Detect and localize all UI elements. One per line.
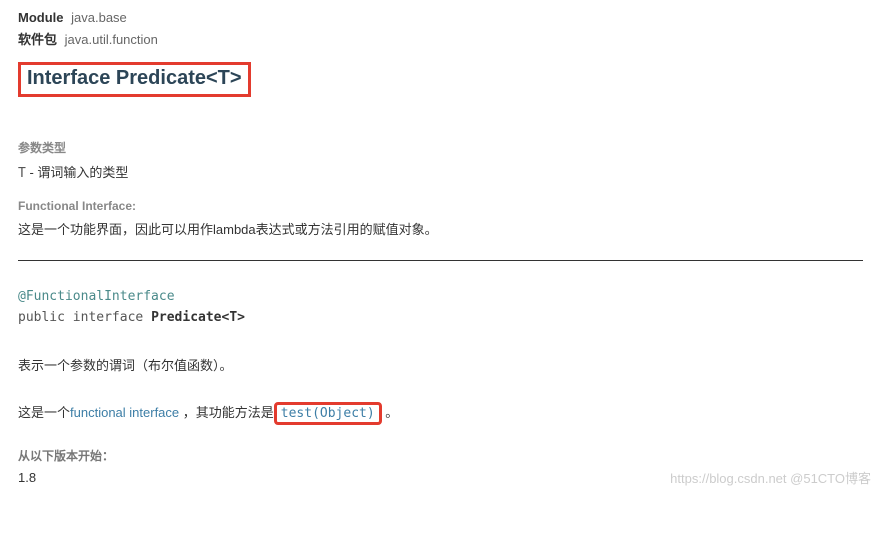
- type-params-label: 参数类型: [18, 139, 863, 156]
- module-line: Module java.base: [18, 10, 863, 25]
- signature-name: Predicate<T>: [151, 310, 245, 325]
- package-label: 软件包: [18, 32, 57, 47]
- title-highlight-box: Interface Predicate<T>: [18, 62, 251, 97]
- page-title: Interface Predicate<T>: [27, 67, 242, 90]
- module-label: Module: [18, 10, 64, 25]
- method-highlight-box: test(Object): [274, 402, 382, 425]
- module-link[interactable]: java.base: [71, 10, 127, 25]
- test-method-link[interactable]: test(Object): [281, 406, 375, 421]
- package-line: 软件包 java.util.function: [18, 29, 863, 48]
- package-link[interactable]: java.util.function: [65, 32, 158, 47]
- signature-block: @FunctionalInterface public interface Pr…: [18, 287, 863, 329]
- signature-prefix: public interface: [18, 310, 151, 325]
- description-1: 表示一个参数的谓词（布尔值函数）。: [18, 355, 863, 374]
- type-param-line: T - 谓词输入的类型: [18, 162, 863, 181]
- functional-interface-label: Functional Interface:: [18, 199, 863, 213]
- type-param-name: T: [18, 166, 26, 181]
- description-2: 这是一个functional interface ，其功能方法是 test(Obj…: [18, 402, 863, 421]
- functional-interface-link[interactable]: functional interface: [70, 405, 179, 420]
- signature-line: public interface Predicate<T>: [18, 308, 863, 329]
- type-param-desc: - 谓词输入的类型: [26, 165, 129, 180]
- watermark: https://blog.csdn.net @51CTO博客: [670, 468, 871, 487]
- annotation-link[interactable]: @FunctionalInterface: [18, 287, 863, 308]
- since-label: 从以下版本开始：: [18, 447, 863, 464]
- functional-interface-desc: 这是一个功能界面，因此可以用作lambda表达式或方法引用的赋值对象。: [18, 219, 863, 238]
- divider: [18, 260, 863, 261]
- desc2-mid: ，其功能方法是: [179, 405, 274, 420]
- desc2-suffix: 。: [382, 405, 399, 420]
- desc2-prefix: 这是一个: [18, 405, 70, 420]
